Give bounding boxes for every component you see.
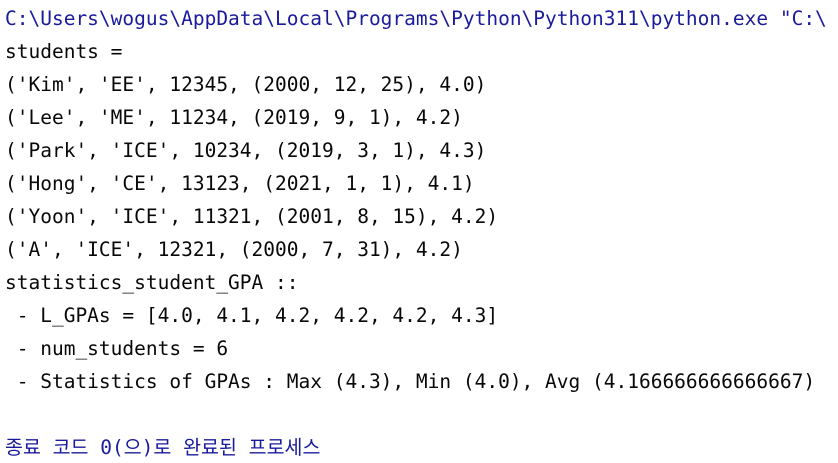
output-line: - Statistics of GPAs : Max (4.3), Min (4… (5, 370, 816, 393)
output-line: ('Yoon', 'ICE', 11321, (2001, 8, 15), 4.… (5, 205, 499, 228)
output-line: ('A', 'ICE', 12321, (2000, 7, 31), 4.2) (5, 238, 463, 261)
output-line: students = (5, 40, 123, 63)
output-line: ('Lee', 'ME', 11234, (2019, 9, 1), 4.2) (5, 106, 463, 129)
output-line: ('Kim', 'EE', 12345, (2000, 12, 25), 4.0… (5, 73, 487, 96)
run-console-output[interactable]: C:\Users\wogus\AppData\Local\Programs\Py… (0, 0, 838, 463)
output-line: - L_GPAs = [4.0, 4.1, 4.2, 4.2, 4.2, 4.3… (5, 304, 499, 327)
output-line: ('Hong', 'CE', 13123, (2021, 1, 1), 4.1) (5, 172, 475, 195)
output-line: ('Park', 'ICE', 10234, (2019, 3, 1), 4.3… (5, 139, 487, 162)
output-line: statistics_student_GPA :: (5, 271, 299, 294)
output-line: - num_students = 6 (5, 337, 229, 360)
command-line: C:\Users\wogus\AppData\Local\Programs\Py… (5, 7, 827, 30)
process-exit-message: 종료 코드 0(으)로 완료된 프로세스 (5, 436, 321, 459)
